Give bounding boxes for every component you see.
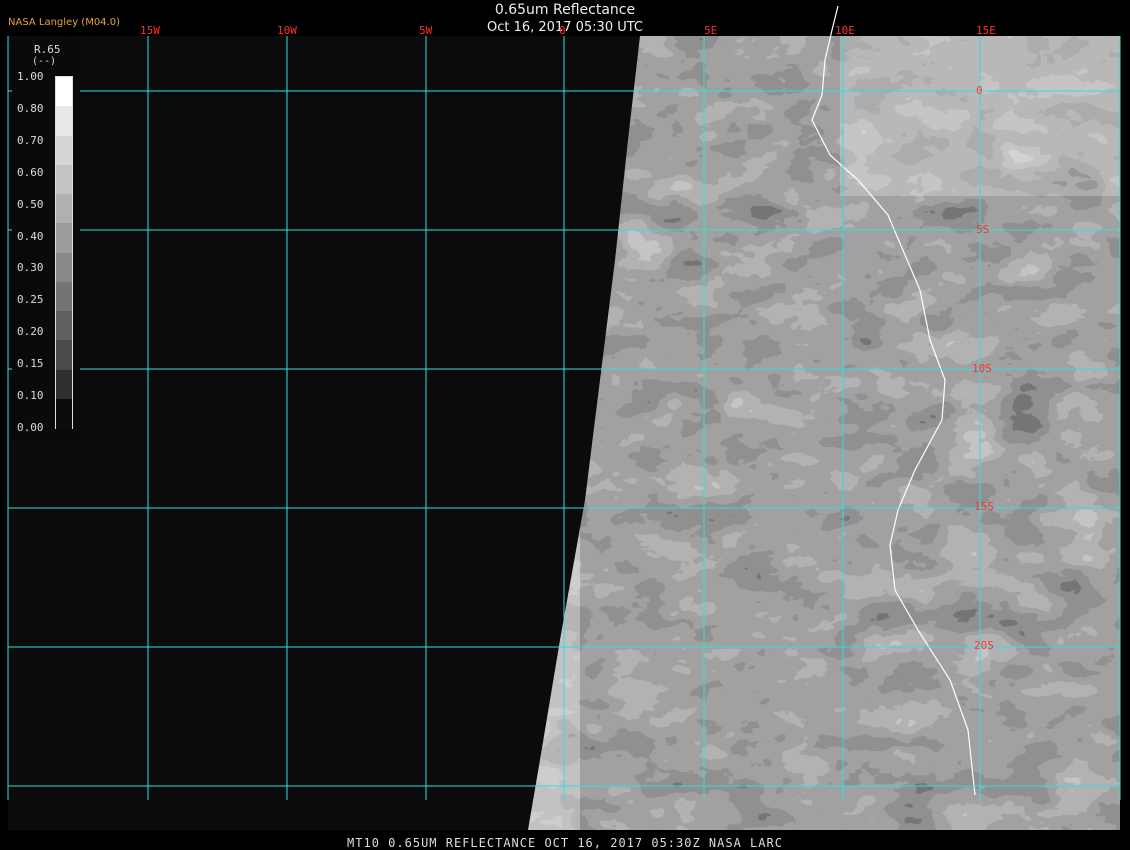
image-title: 0.65um Reflectance	[494, 2, 636, 18]
legend-tick-label: 0.60	[17, 165, 44, 179]
product-credit: NASA Langley (M04.0)	[8, 17, 120, 28]
legend-swatch	[56, 77, 72, 107]
legend-swatch	[56, 135, 72, 166]
lon-label-0: 0	[559, 24, 566, 37]
legend-tick-label: 0.70	[17, 133, 44, 147]
legend-tick-label: 1.00	[17, 70, 44, 83]
lon-label-5e: 5E	[704, 24, 718, 37]
legend-swatch	[56, 194, 72, 224]
legend-color-bar	[55, 76, 73, 429]
lat-label-0: 0	[976, 84, 983, 97]
legend-variable-name: R.65	[34, 43, 61, 56]
satellite-image	[7, 5, 1121, 830]
lat-label-10s: 10S	[972, 362, 992, 375]
legend-swatch	[56, 252, 72, 283]
lat-label-15s: 15S	[974, 500, 994, 513]
legend-swatch	[56, 369, 72, 400]
legend-swatch	[56, 340, 72, 370]
legend-tick-label: 0.20	[17, 325, 44, 339]
legend-unit: (--)	[32, 56, 57, 67]
legend-swatch	[56, 281, 72, 312]
lat-label-5s: 5S	[976, 223, 990, 236]
product-footer: MT10 0.65UM REFLECTANCE OCT 16, 2017 05:…	[347, 836, 783, 850]
legend-tick-label: 0.10	[17, 389, 44, 403]
lat-label-20s: 20S	[974, 639, 994, 652]
legend-tick-label: 0.50	[17, 197, 44, 211]
satellite-map-view: 0.65um Reflectance Oct 16, 2017 05:30 UT…	[0, 0, 1130, 850]
legend-tick-label: 0.00	[17, 421, 44, 434]
legend-swatch	[56, 106, 72, 136]
lon-label-15e: 15E	[976, 24, 996, 37]
legend-tick-label: 0.15	[17, 357, 44, 371]
legend-swatch	[56, 311, 72, 341]
legend-swatch	[56, 164, 72, 195]
legend-swatch	[56, 223, 72, 253]
lon-label-15w: 15W	[140, 24, 160, 37]
legend-swatch	[56, 398, 72, 429]
color-legend: R.65 (--) 1.00 0.80 0.70 0.60 0.50 0.40 0.30 0.…	[12, 40, 80, 442]
legend-tick-label: 0.40	[17, 229, 44, 243]
legend-tick-label: 0.30	[17, 261, 44, 275]
lon-label-10w: 10W	[277, 24, 297, 37]
lon-label-5w: 5W	[419, 24, 433, 37]
legend-tick-label: 0.80	[17, 101, 44, 115]
legend-tick-label: 0.25	[17, 293, 44, 307]
lon-label-10e: 10E	[835, 24, 855, 37]
